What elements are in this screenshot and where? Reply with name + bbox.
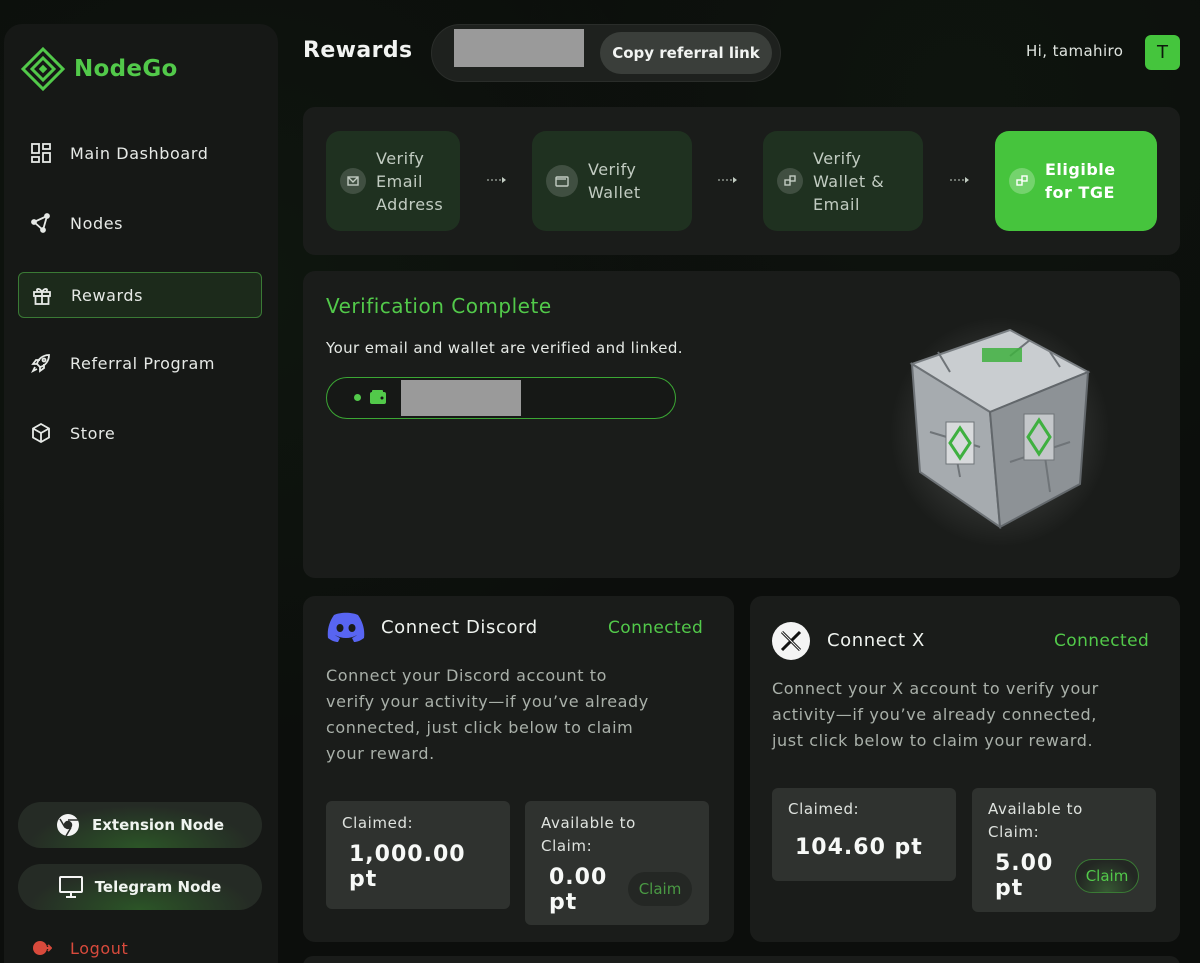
link-icon [777,168,803,194]
extension-node-label: Extension Node [92,816,224,834]
redacted-wallet-address [401,380,521,416]
step-label: Verify Wallet [588,160,641,202]
gift-icon [31,284,53,306]
monitor-icon [58,876,83,898]
sidebar-item-label: Rewards [71,285,144,305]
x-card-title: Connect X [827,630,925,651]
discord-available-box: Available to Claim: 0.00 pt Claim [525,801,709,925]
logout-icon [33,941,52,955]
step-verify-wallet: Verify Wallet [532,131,692,231]
email-icon [340,168,366,194]
sidebar-item-label: Store [70,423,116,443]
sidebar-item-label: Nodes [70,213,124,233]
copy-referral-link-button[interactable]: Copy referral link [600,32,772,74]
discord-card-title: Connect Discord [381,617,538,638]
sidebar-item-label: Main Dashboard [70,143,209,163]
sidebar-item-rewards[interactable]: Rewards [18,272,262,318]
logo[interactable]: NodeGo [20,46,178,92]
next-section-card [303,956,1180,963]
chrome-icon [57,814,79,837]
discord-icon [327,612,365,642]
discord-description: Connect your Discord account to verify yo… [326,666,649,763]
step-eligible-for-tge: Eligible for TGE [995,131,1157,231]
link-icon [1009,168,1035,194]
nodego-logo-icon [20,46,66,92]
page-title: Rewards [303,38,413,63]
step-arrow-icon [487,177,506,183]
sidebar-item-store[interactable]: Store [18,410,262,456]
sidebar-item-nodes[interactable]: Nodes [18,200,262,246]
app-name: NodeGo [74,56,178,82]
redacted-referral-code [454,29,584,67]
sidebar-item-referral-program[interactable]: Referral Program [18,340,262,386]
status-dot [354,394,361,401]
step-arrow-icon [718,177,737,183]
nodes-icon [30,212,52,234]
grid-icon [30,142,52,164]
telegram-node-label: Telegram Node [94,878,222,896]
available-label: Available to Claim: [541,814,636,855]
claimed-value: 104.60 pt [795,835,923,860]
x-claimed-box: Claimed: 104.60 pt [772,788,956,881]
linked-wallet-field [326,377,676,419]
x-available-box: Available to Claim: 5.00 pt Claim [972,788,1156,912]
telegram-node-button[interactable]: Telegram Node [18,864,262,910]
available-value: 0.00 pt [549,865,608,915]
discord-claim-button[interactable]: Claim [628,872,692,906]
discord-claimed-box: Claimed: 1,000.00 pt [326,801,510,909]
sidebar: NodeGo Main Dashboard Nodes Rewards Refe… [4,24,278,963]
reward-cube-image [890,317,1110,547]
verification-title: Verification Complete [326,294,552,318]
step-verify-wallet-email: Verify Wallet & Email [763,131,923,231]
step-arrow-icon [950,177,969,183]
wallet-icon [370,390,386,404]
referral-code-box: Copy referral link [431,24,781,82]
claimed-label: Claimed: [788,800,860,818]
rocket-icon [30,352,52,374]
x-status-badge: Connected [1054,631,1150,651]
step-label: Verify Wallet & Email [813,148,885,214]
claimed-label: Claimed: [342,814,414,832]
x-claim-button[interactable]: Claim [1075,859,1139,893]
wallet-icon [546,165,578,197]
x-logo-icon [772,622,810,660]
x-description: Connect your X account to verify your act… [772,679,1099,750]
step-label: Eligible for TGE [1045,160,1116,202]
available-label: Available to Claim: [988,800,1083,841]
claimed-value: 1,000.00 pt [349,842,466,892]
verification-description: Your email and wallet are verified and l… [326,339,683,357]
sidebar-item-main-dashboard[interactable]: Main Dashboard [18,130,262,176]
logout-label: Logout [70,938,129,958]
box-icon [30,422,52,444]
discord-status-badge: Connected [608,618,704,638]
extension-node-button[interactable]: Extension Node [18,802,262,848]
step-label: Verify Email Address [376,148,444,214]
user-greeting: Hi, tamahiro [1026,42,1124,60]
avatar[interactable]: T [1145,35,1180,70]
sidebar-item-label: Referral Program [70,353,216,373]
logout-button[interactable]: Logout [32,938,128,958]
step-verify-email: Verify Email Address [326,131,460,231]
available-value: 5.00 pt [995,851,1054,901]
